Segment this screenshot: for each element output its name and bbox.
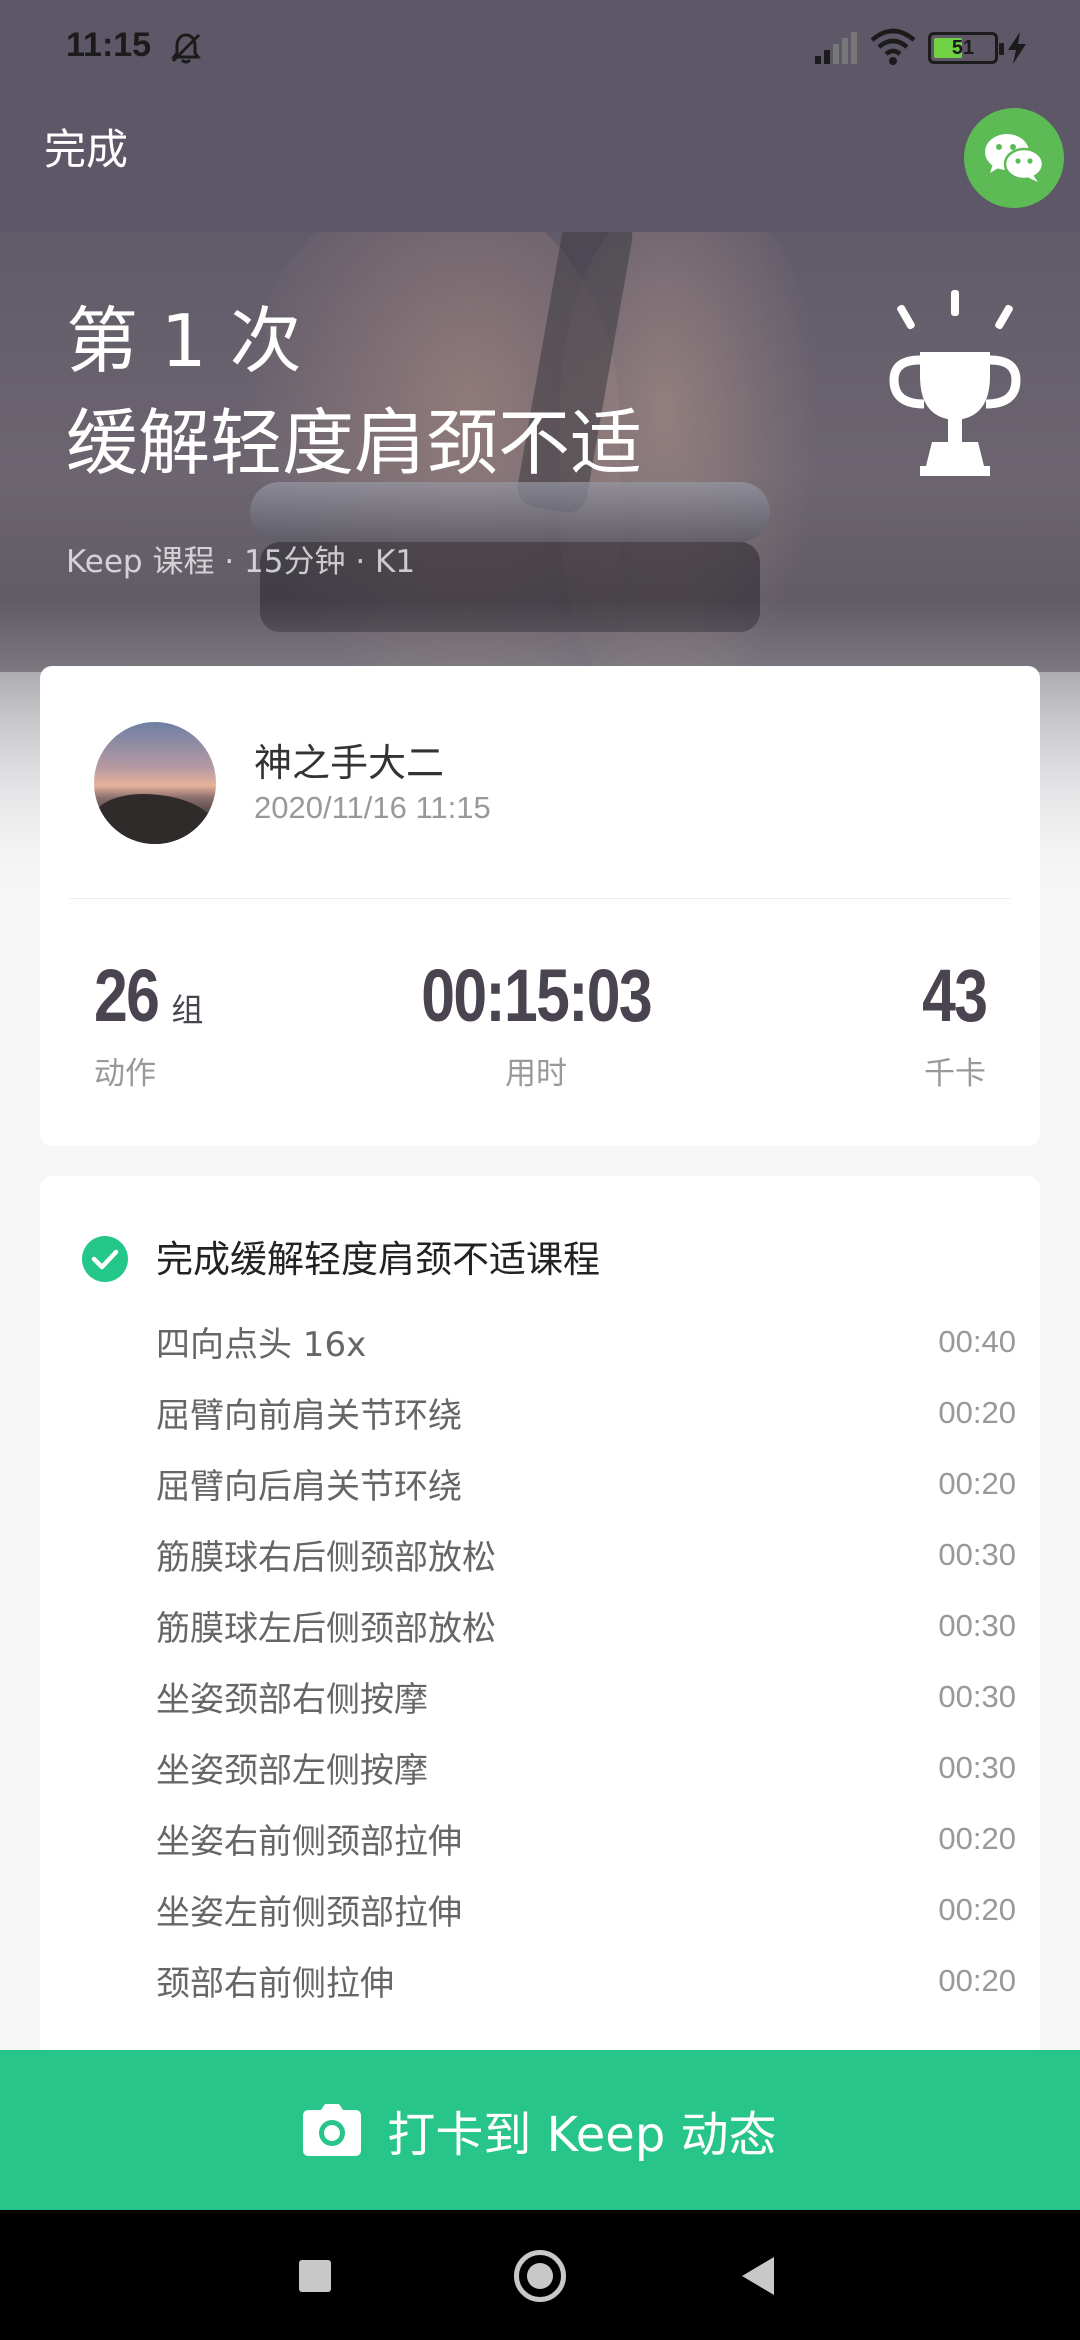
done-button[interactable]: 完成 [44,116,128,177]
exercise-duration: 00:20 [938,1465,1016,1501]
exercise-duration: 00:30 [938,1749,1016,1785]
system-nav-bar [0,2210,1080,2340]
check-circle-icon [82,1236,128,1282]
course-detail-card: 完成缓解轻度肩颈不适课程 四向点头 16x 00:40 屈臂向前肩关节环绕 00… [40,1176,1040,2056]
course-complete-title: 完成缓解轻度肩颈不适课程 [156,1238,600,1281]
exercise-duration: 00:30 [938,1678,1016,1714]
exercise-duration: 00:20 [938,1891,1016,1927]
exercise-name: 坐姿右前侧颈部拉伸 [156,1822,462,1862]
exercise-duration: 00:20 [938,1394,1016,1430]
trophy-icon [889,290,1021,476]
status-time: 11:15 [66,26,152,64]
exercise-name: 坐姿颈部右侧按摩 [156,1680,428,1720]
actions-count: 26 [94,954,160,1037]
workout-datetime: 2020/11/16 11:15 [254,790,491,825]
exercise-name: 筋膜球左后侧颈部放松 [156,1609,496,1649]
duration-label: 用时 [505,1056,567,1092]
divider [70,898,1010,899]
workout-summary-card: 神之手大二 2020/11/16 11:15 26 组 动作 00:15:03 … [40,666,1040,1146]
check-in-label: 打卡到 Keep 动态 [387,2107,777,2163]
duration-value: 00:15:03 [421,954,652,1037]
actions-label: 动作 [94,1056,156,1092]
exercise-duration: 00:30 [938,1536,1016,1572]
exercise-duration: 00:20 [938,1820,1016,1856]
stat-actions: 26 组 动作 [94,956,203,1093]
exercise-name: 筋膜球右后侧颈部放松 [156,1538,496,1578]
exercise-name: 屈臂向后肩关节环绕 [156,1467,462,1507]
charging-icon [1008,32,1026,64]
exercise-name: 屈臂向前肩关节环绕 [156,1396,462,1436]
exercise-row: 颈部右前侧拉伸 00:20 [156,1945,1016,2016]
exercise-row: 四向点头 16x 00:40 [156,1306,1016,1377]
exercise-row: 坐姿右前侧颈部拉伸 00:20 [156,1803,1016,1874]
exercise-duration: 00:20 [938,1962,1016,1998]
stat-duration: 00:15:03 用时 [386,956,686,1093]
back-button[interactable] [742,2257,774,2295]
exercise-name: 四向点头 16x [156,1325,367,1365]
exercise-name: 坐姿左前侧颈部拉伸 [156,1893,462,1933]
recents-button[interactable] [299,2260,331,2292]
check-in-button[interactable]: 打卡到 Keep 动态 [0,2050,1080,2210]
exercise-row: 屈臂向后肩关节环绕 00:20 [156,1448,1016,1519]
stat-calories: 43 千卡 [908,954,988,1093]
status-bar: 11:15 51 [0,0,1080,100]
wifi-icon [870,28,916,65]
exercise-row: 坐姿颈部右侧按摩 00:30 [156,1661,1016,1732]
calories-label: 千卡 [924,1056,986,1092]
exercise-duration: 00:30 [938,1607,1016,1643]
mute-icon [171,33,201,64]
battery-level: 51 [951,37,975,59]
exercise-row: 筋膜球右后侧颈部放松 00:30 [156,1519,1016,1590]
exercise-row: 屈臂向前肩关节环绕 00:20 [156,1377,1016,1448]
workout-count: 第 1 次 [66,299,302,383]
battery-icon: 51 [928,32,1004,64]
exercise-row: 坐姿左前侧颈部拉伸 00:20 [156,1874,1016,1945]
exercise-row: 筋膜球左后侧颈部放松 00:30 [156,1590,1016,1661]
exercise-list: 四向点头 16x 00:40 屈臂向前肩关节环绕 00:20 屈臂向后肩关节环绕… [156,1306,1016,2016]
wechat-share-button[interactable] [964,108,1064,208]
home-button[interactable] [514,2250,566,2302]
wechat-icon [985,134,1045,182]
course-meta: Keep 课程 · 15分钟 · K1 [66,544,416,580]
exercise-duration: 00:40 [938,1323,1016,1359]
avatar[interactable] [94,722,216,844]
exercise-name: 坐姿颈部左侧按摩 [156,1751,428,1791]
camera-icon [303,2104,362,2156]
actions-unit: 组 [171,991,204,1029]
calories-value: 43 [921,954,988,1037]
exercise-name: 颈部右前侧拉伸 [156,1964,394,2004]
course-title: 缓解轻度肩颈不适 [66,401,643,485]
exercise-row: 坐姿颈部左侧按摩 00:30 [156,1732,1016,1803]
signal-icon [815,32,857,64]
user-name: 神之手大二 [254,741,445,785]
